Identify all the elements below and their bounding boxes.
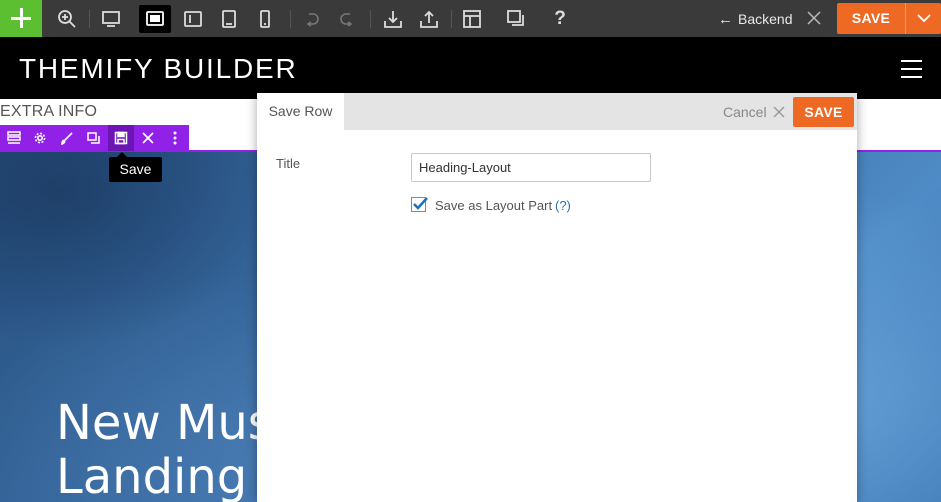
export-icon[interactable]	[413, 5, 445, 33]
mobile-icon[interactable]	[249, 5, 281, 33]
gear-icon[interactable]	[27, 125, 53, 151]
import-icon[interactable]	[377, 5, 409, 33]
cancel-button[interactable]: Cancel	[723, 103, 785, 121]
close-builder-icon[interactable]	[806, 10, 822, 26]
desktop-icon[interactable]	[95, 5, 127, 33]
title-input[interactable]	[411, 153, 651, 182]
chevron-down-icon[interactable]	[905, 3, 941, 34]
save-icon[interactable]	[108, 125, 134, 151]
layout-part-checkbox[interactable]	[411, 197, 428, 212]
brush-icon[interactable]	[54, 125, 80, 151]
save-button[interactable]: SAVE	[837, 3, 941, 34]
save-label: SAVE	[851, 10, 891, 26]
help-link[interactable]: (?)	[555, 198, 571, 213]
backend-link[interactable]: ← Backend	[718, 10, 792, 28]
row-toolbar	[0, 125, 189, 151]
duplicate-icon[interactable]	[81, 125, 107, 151]
save-row-dialog: Save Row Cancel SAVE Title Save as Layou…	[257, 93, 857, 502]
hamburger-menu-icon[interactable]	[901, 60, 922, 78]
tab-save-row[interactable]: Save Row	[257, 93, 344, 130]
close-icon	[773, 106, 785, 118]
checkmark-icon	[413, 197, 428, 210]
site-title[interactable]: THEMIFY BUILDER	[19, 54, 298, 84]
site-header: THEMIFY BUILDER	[0, 37, 941, 99]
save-tooltip: Save	[109, 152, 162, 182]
toolbar-divider	[89, 10, 90, 28]
add-button[interactable]	[0, 0, 42, 37]
dialog-save-button[interactable]: SAVE	[793, 97, 854, 127]
arrow-left-icon: ←	[718, 10, 733, 28]
zoom-in-icon[interactable]	[51, 5, 83, 33]
close-icon[interactable]	[135, 125, 161, 151]
redo-icon[interactable]	[331, 5, 363, 33]
dialog-header: Save Row Cancel SAVE	[257, 93, 857, 130]
tablet-icon[interactable]	[213, 5, 245, 33]
toolbar-divider	[370, 10, 371, 28]
rows-icon[interactable]	[1, 125, 27, 151]
cancel-label: Cancel	[723, 104, 767, 120]
layout-part-label: Save as Layout Part	[435, 198, 553, 213]
title-label: Title	[276, 156, 301, 171]
backend-label: Backend	[738, 11, 793, 27]
builder-toolbar: ? ← Backend SAVE	[0, 0, 941, 37]
layouts-icon[interactable]	[456, 5, 488, 33]
help-icon[interactable]: ?	[544, 5, 576, 33]
extra-info-heading: EXTRA INFO	[0, 103, 98, 120]
undo-icon[interactable]	[296, 5, 328, 33]
tablet-portrait-icon[interactable]	[177, 5, 209, 33]
more-icon[interactable]	[162, 125, 188, 151]
tablet-landscape-icon[interactable]	[139, 5, 171, 33]
duplicate-icon[interactable]	[500, 5, 532, 33]
toolbar-divider	[451, 10, 452, 28]
toolbar-divider	[290, 10, 291, 28]
